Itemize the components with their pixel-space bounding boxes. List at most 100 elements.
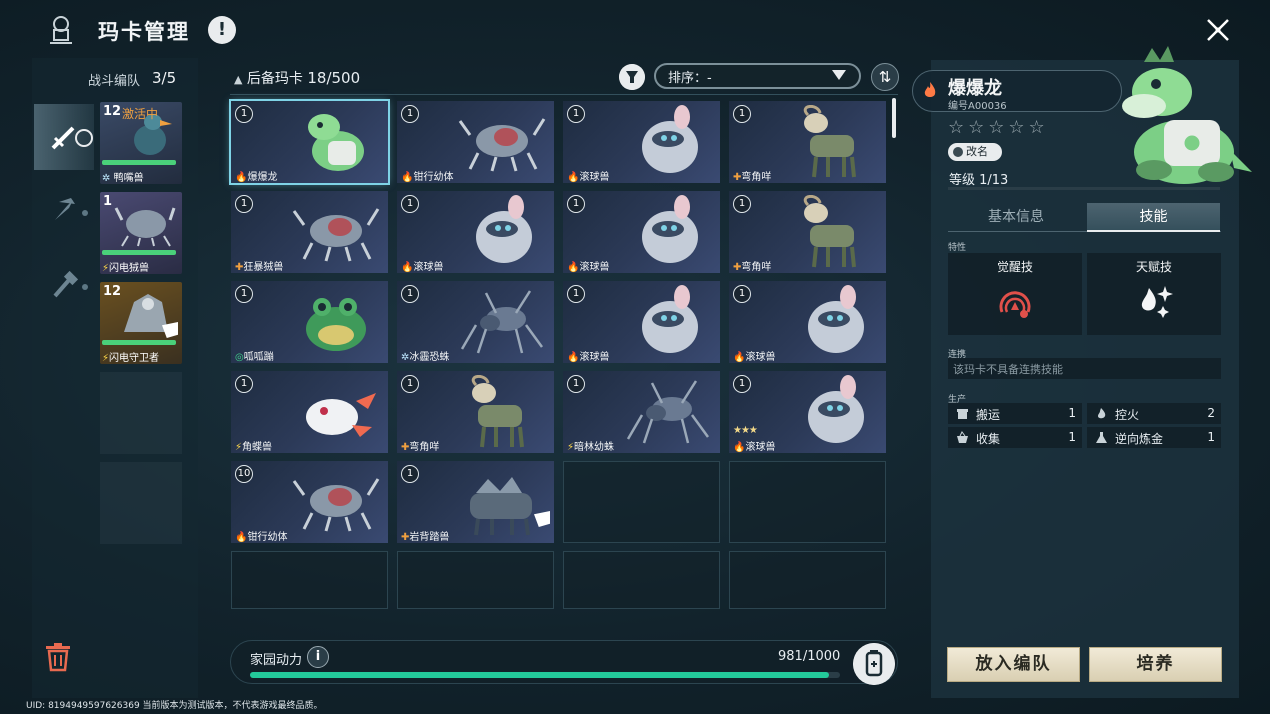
reserve-card[interactable]: 1 ★★★ 🔥滚球兽 — [729, 371, 886, 453]
card-name: ⚡角蝶兽 — [235, 442, 273, 453]
reserve-card[interactable]: 1 🔥滚球兽 — [563, 101, 720, 183]
combo-text: 该玛卡不具备连携技能 — [953, 363, 1063, 376]
team-card[interactable]: 12 激活中 ✲ 鸭嘴兽 — [100, 102, 182, 184]
team-card[interactable]: 1 ⚡闪电狨兽 — [100, 192, 182, 274]
carry-icon — [957, 409, 968, 419]
train-button[interactable]: 培养 — [1089, 647, 1222, 682]
creature-goat-icon — [471, 375, 524, 448]
star-rating: ☆☆☆☆☆ — [948, 117, 1049, 138]
exclamation-icon[interactable]: ! — [208, 16, 236, 44]
empty-card-slot — [563, 551, 720, 609]
tab-dot — [82, 284, 88, 290]
active-status: 激活中 — [122, 107, 159, 121]
level-number: 1 — [235, 375, 253, 393]
card-name: 🔥滚球兽 — [733, 352, 776, 363]
level-number: 1 — [235, 195, 253, 213]
energy-value: 981/1000 — [778, 649, 841, 664]
reserve-card[interactable]: 1 🔥滚球兽 — [563, 191, 720, 273]
team-label: 战斗编队 — [88, 74, 141, 89]
reserve-card[interactable]: 1 🔥滚球兽 — [563, 281, 720, 363]
level-number: 1 — [235, 285, 253, 303]
reserve-card[interactable]: 1 ✚弯角咩 — [729, 191, 886, 273]
creature-ball-icon — [642, 195, 698, 263]
level-number: 1 — [401, 105, 419, 123]
production-item: 逆向炼金 1 — [1087, 427, 1221, 448]
reserve-card[interactable]: 1 ✲冰霾恐蛛 — [397, 281, 554, 363]
energy-label: 家园动力 — [250, 653, 303, 668]
filter-button[interactable] — [619, 64, 645, 90]
level-number: 1 — [733, 285, 751, 303]
info-icon[interactable]: i — [307, 646, 329, 668]
page-title: 玛卡管理 — [98, 20, 190, 44]
chevron-down-icon — [832, 70, 846, 80]
ice-element-icon: ✲ — [102, 173, 111, 184]
level-number: 1 — [401, 195, 419, 213]
creature-axolotl-icon — [306, 393, 376, 437]
fire-control-icon — [1098, 408, 1106, 419]
skill-title: 觉醒技 — [996, 260, 1033, 274]
card-name: 🔥滚球兽 — [401, 262, 444, 273]
creature-crab-icon — [114, 207, 176, 247]
level-number: 1 — [103, 194, 113, 209]
pet-id: 编号A00036 — [948, 101, 1007, 112]
level-number: 10 — [235, 465, 253, 483]
card-name: ◎呱呱蹦 — [235, 352, 274, 363]
fire-element-icon: 🔥 — [733, 352, 746, 363]
awaken-skill-icon — [999, 291, 1031, 318]
reserve-card[interactable]: 1 🔥钳行幼体 — [397, 101, 554, 183]
empty-team-slot[interactable] — [100, 462, 182, 544]
reserve-card[interactable]: 1 ◎呱呱蹦 — [231, 281, 388, 363]
level-number: 1 — [733, 375, 751, 393]
level-number: 1 — [401, 465, 419, 483]
trash-icon[interactable] — [44, 642, 72, 672]
card-name: ✚狂暴狨兽 — [235, 262, 284, 273]
reserve-card[interactable]: 1 ✚岩背踏兽 — [397, 461, 554, 543]
level-number: 1 — [567, 375, 585, 393]
production-item: 收集 1 — [948, 427, 1082, 448]
creature-ball-icon — [808, 375, 864, 443]
empty-card-slot — [729, 551, 886, 609]
tab-gather[interactable] — [34, 176, 94, 242]
reserve-card[interactable]: 1 ✚弯角咩 — [397, 371, 554, 453]
pet-level: 等级 1/13 — [949, 173, 1009, 188]
tab-skills[interactable]: 技能 — [1087, 203, 1220, 232]
alchemy-icon — [1096, 432, 1107, 443]
card-name: ✚弯角咩 — [733, 262, 772, 273]
reserve-card[interactable]: 1 🔥爆爆龙 — [229, 99, 390, 185]
sort-order-button[interactable]: ⇅ — [871, 63, 899, 91]
reserve-label: ▲ 后备玛卡 18/500 — [234, 69, 361, 87]
battery-icon[interactable] — [853, 643, 895, 685]
reserve-card[interactable]: 1 ✚狂暴狨兽 — [231, 191, 388, 273]
creature-boar-icon — [470, 477, 532, 536]
reserve-card[interactable]: 1 ✚弯角咩 — [729, 101, 886, 183]
production-item: 控火 2 — [1087, 403, 1221, 424]
add-to-team-button[interactable]: 放入编队 — [947, 647, 1080, 682]
reserve-card[interactable]: 1 🔥滚球兽 — [729, 281, 886, 363]
tab-basic-info[interactable]: 基本信息 — [948, 203, 1084, 232]
name-pill — [912, 70, 1122, 112]
level-number: 1 — [733, 105, 751, 123]
team-card[interactable]: 12 ⚡闪电守卫者 — [100, 282, 182, 364]
reserve-card[interactable]: 1 ⚡角蝶兽 — [231, 371, 388, 453]
fire-element-icon: 🔥 — [567, 352, 580, 363]
empty-card-slot — [231, 551, 388, 609]
scrollbar[interactable] — [892, 98, 896, 138]
hp-bar — [102, 340, 177, 345]
fire-element-icon: 🔥 — [401, 262, 414, 273]
card-name: ⚡闪电狨兽 — [102, 263, 150, 274]
empty-team-slot[interactable] — [100, 372, 182, 454]
team-count: 3/5 — [152, 69, 177, 87]
triangle-icon: ▲ — [234, 73, 243, 86]
reserve-card[interactable]: 1 🔥滚球兽 — [397, 191, 554, 273]
fire-element-icon: 🔥 — [567, 262, 580, 273]
reserve-card[interactable]: 10 🔥钳行幼体 — [231, 461, 388, 543]
fire-element-icon: 🔥 — [401, 172, 414, 183]
energy-fill — [250, 672, 829, 678]
fire-element-icon: 🔥 — [733, 442, 746, 453]
reserve-card[interactable]: 1 ⚡暗林幼蛛 — [563, 371, 720, 453]
empty-card-slot — [397, 551, 554, 609]
electric-element-icon: ⚡ — [102, 353, 110, 364]
card-name: ✲冰霾恐蛛 — [401, 352, 450, 363]
level-number: 1 — [567, 285, 585, 303]
level-number: 1 — [401, 285, 419, 303]
